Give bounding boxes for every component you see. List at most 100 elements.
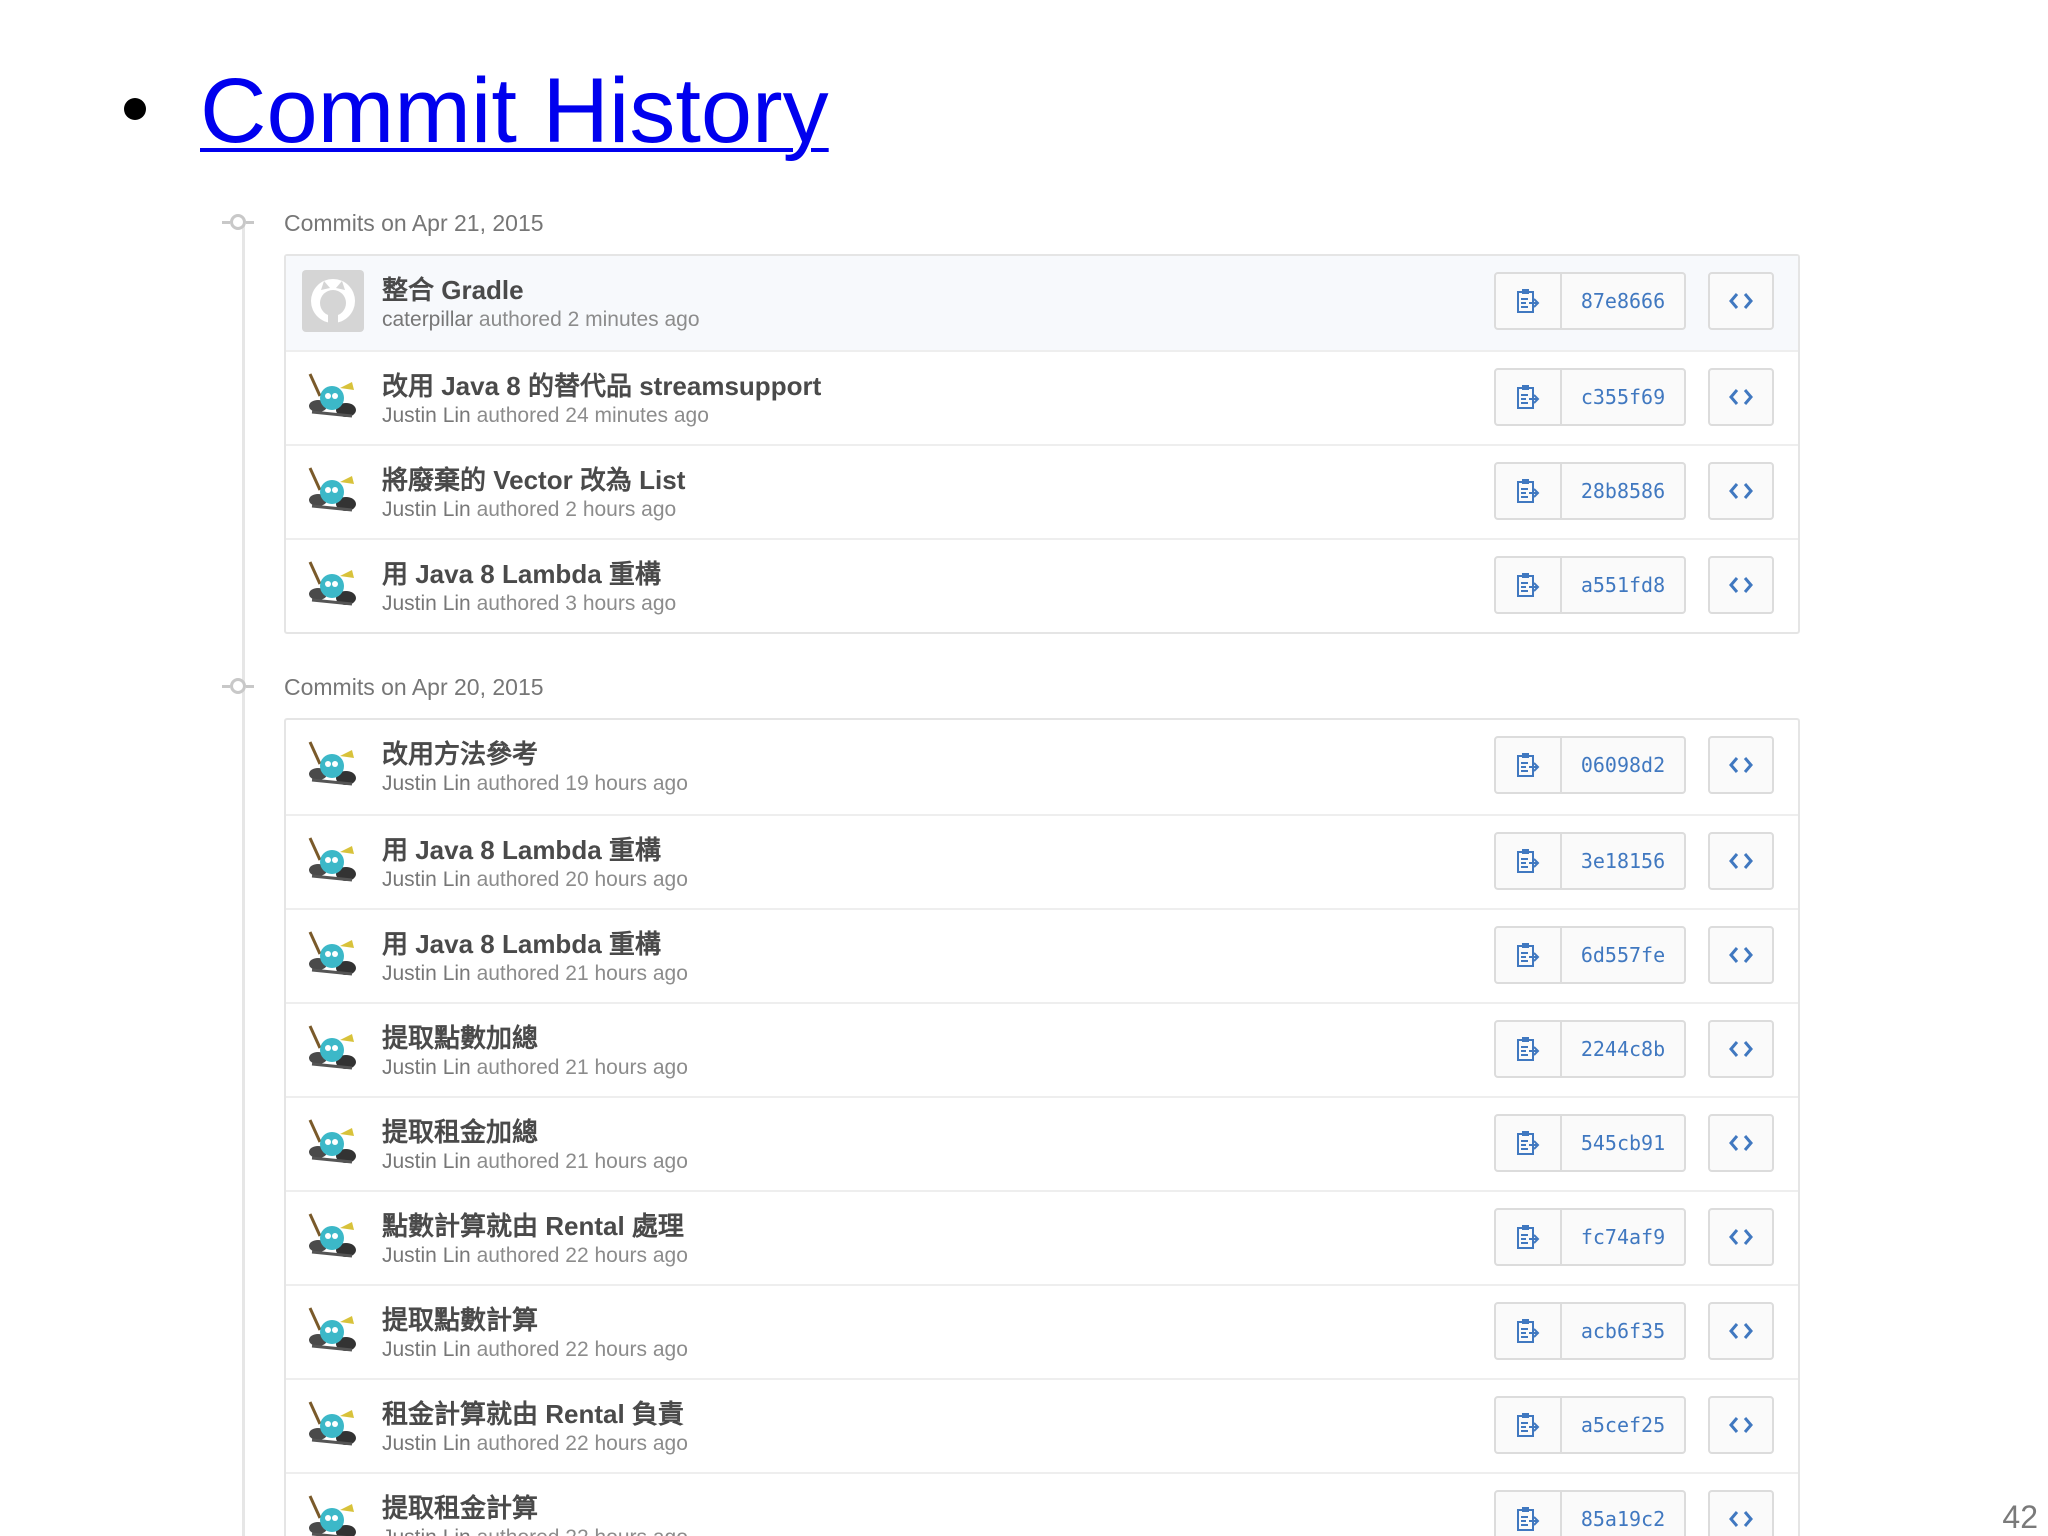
copy-sha-button[interactable] [1496, 1398, 1562, 1452]
commit-message-link[interactable]: 點數計算就由 Rental 處理 [382, 1206, 684, 1243]
commit-author-link[interactable]: Justin Lin [382, 1244, 471, 1267]
copy-sha-button[interactable] [1496, 1022, 1562, 1076]
user-avatar[interactable] [302, 1018, 364, 1080]
commit-author-link[interactable]: caterpillar [382, 308, 473, 331]
commit-sha-link[interactable]: 545cb91 [1562, 1116, 1684, 1170]
browse-code-button[interactable] [1708, 556, 1774, 614]
commit-sha-link[interactable]: 3e18156 [1562, 834, 1684, 888]
commit-sha-link[interactable]: 6d557fe [1562, 928, 1684, 982]
commit-message-link[interactable]: 提取租金加總 [382, 1112, 538, 1149]
commit-author-link[interactable]: Justin Lin [382, 962, 471, 985]
commit-message-link[interactable]: 用 Java 8 Lambda 重構 [382, 924, 661, 961]
commit-sha-link[interactable]: a5cef25 [1562, 1398, 1684, 1452]
commit-message-link[interactable]: 提取點數加總 [382, 1018, 538, 1055]
commit-row: 提取點數加總 Justin Lin authored 21 hours ago 22… [286, 1002, 1798, 1096]
commit-message-link[interactable]: 提取租金計算 [382, 1488, 538, 1525]
commit-sha-link[interactable]: 06098d2 [1562, 738, 1684, 792]
commit-list: 整合 Gradle caterpillar authored 2 minutes … [284, 254, 1800, 634]
browse-code-button[interactable] [1708, 1490, 1774, 1536]
user-avatar[interactable] [302, 924, 364, 986]
commit-sha-link[interactable]: 85a19c2 [1562, 1492, 1684, 1536]
commit-row: 整合 Gradle caterpillar authored 2 minutes … [286, 256, 1798, 350]
commit-author-link[interactable]: Justin Lin [382, 498, 471, 521]
user-avatar[interactable] [302, 366, 364, 428]
commit-message-link[interactable]: 改用方法參考 [382, 734, 538, 771]
browse-code-button[interactable] [1708, 832, 1774, 890]
commit-author-link[interactable]: Justin Lin [382, 592, 471, 615]
code-icon [1729, 577, 1753, 593]
user-avatar[interactable] [302, 1112, 364, 1174]
browse-code-button[interactable] [1708, 462, 1774, 520]
copy-sha-button[interactable] [1496, 1116, 1562, 1170]
commit-meta: Justin Lin authored 3 hours ago [382, 592, 676, 616]
commit-author-link[interactable]: Justin Lin [382, 404, 471, 427]
commit-time: authored 21 hours ago [476, 1150, 688, 1173]
copy-sha-button[interactable] [1496, 1210, 1562, 1264]
copy-sha-button[interactable] [1496, 274, 1562, 328]
sha-button-group: a5cef25 [1494, 1396, 1686, 1454]
commit-author-link[interactable]: Justin Lin [382, 1150, 471, 1173]
commit-row: 租金計算就由 Rental 負責 Justin Lin authored 22 h… [286, 1378, 1798, 1472]
commit-sha-link[interactable]: acb6f35 [1562, 1304, 1684, 1358]
commit-author-link[interactable]: Justin Lin [382, 1338, 471, 1361]
commit-message-link[interactable]: 用 Java 8 Lambda 重構 [382, 830, 661, 867]
commit-group-header: Commits on Apr 21, 2015 [222, 192, 1800, 254]
user-avatar[interactable] [302, 1206, 364, 1268]
commit-sha-link[interactable]: 2244c8b [1562, 1022, 1684, 1076]
github-octocat-avatar[interactable] [302, 270, 364, 332]
browse-code-button[interactable] [1708, 368, 1774, 426]
commit-time: authored 19 hours ago [476, 772, 688, 795]
user-avatar[interactable] [302, 830, 364, 892]
commit-sha-link[interactable]: fc74af9 [1562, 1210, 1684, 1264]
copy-sha-button[interactable] [1496, 834, 1562, 888]
copy-sha-button[interactable] [1496, 1492, 1562, 1536]
copy-sha-button[interactable] [1496, 464, 1562, 518]
user-avatar[interactable] [302, 734, 364, 796]
user-avatar[interactable] [302, 1300, 364, 1362]
user-avatar[interactable] [302, 554, 364, 616]
browse-code-button[interactable] [1708, 736, 1774, 794]
copy-sha-button[interactable] [1496, 1304, 1562, 1358]
copy-sha-button[interactable] [1496, 928, 1562, 982]
commit-author-link[interactable]: Justin Lin [382, 1526, 471, 1536]
commit-meta: Justin Lin authored 21 hours ago [382, 1150, 688, 1174]
commit-author-link[interactable]: Justin Lin [382, 868, 471, 891]
code-icon [1729, 293, 1753, 309]
user-avatar[interactable] [302, 460, 364, 522]
browse-code-button[interactable] [1708, 926, 1774, 984]
commit-message-link[interactable]: 提取點數計算 [382, 1300, 538, 1337]
copy-sha-button[interactable] [1496, 738, 1562, 792]
user-avatar[interactable] [302, 1488, 364, 1536]
browse-code-button[interactable] [1708, 272, 1774, 330]
browse-code-button[interactable] [1708, 1114, 1774, 1172]
commit-author-link[interactable]: Justin Lin [382, 772, 471, 795]
copy-sha-button[interactable] [1496, 370, 1562, 424]
commit-row: 改用方法參考 Justin Lin authored 19 hours ago 06… [286, 720, 1798, 814]
user-avatar[interactable] [302, 1394, 364, 1456]
commit-author-link[interactable]: Justin Lin [382, 1432, 471, 1455]
commit-meta: Justin Lin authored 22 hours ago [382, 1432, 688, 1456]
commit-message-link[interactable]: 將廢棄的 Vector 改為 List [382, 460, 685, 497]
commit-sha-link[interactable]: 87e8666 [1562, 274, 1684, 328]
timeline-line [242, 218, 245, 1536]
commit-row: 改用 Java 8 的替代品 streamsupport Justin Lin a… [286, 350, 1798, 444]
commit-row: 用 Java 8 Lambda 重構 Justin Lin authored 3 … [286, 538, 1798, 632]
browse-code-button[interactable] [1708, 1020, 1774, 1078]
copy-sha-button[interactable] [1496, 558, 1562, 612]
clipboard-icon [1517, 1131, 1540, 1155]
commit-sha-link[interactable]: c355f69 [1562, 370, 1684, 424]
commit-message-link[interactable]: 用 Java 8 Lambda 重構 [382, 554, 661, 591]
commit-sha-link[interactable]: 28b8586 [1562, 464, 1684, 518]
browse-code-button[interactable] [1708, 1302, 1774, 1360]
commit-meta: Justin Lin authored 19 hours ago [382, 772, 688, 796]
browse-code-button[interactable] [1708, 1396, 1774, 1454]
commit-history-link[interactable]: Commit History [200, 56, 829, 166]
commit-author-link[interactable]: Justin Lin [382, 1056, 471, 1079]
sha-button-group: 28b8586 [1494, 462, 1686, 520]
commit-message-link[interactable]: 整合 Gradle [382, 270, 524, 307]
sha-button-group: 85a19c2 [1494, 1490, 1686, 1536]
commit-message-link[interactable]: 改用 Java 8 的替代品 streamsupport [382, 366, 821, 403]
browse-code-button[interactable] [1708, 1208, 1774, 1266]
commit-sha-link[interactable]: a551fd8 [1562, 558, 1684, 612]
commit-message-link[interactable]: 租金計算就由 Rental 負責 [382, 1394, 684, 1431]
